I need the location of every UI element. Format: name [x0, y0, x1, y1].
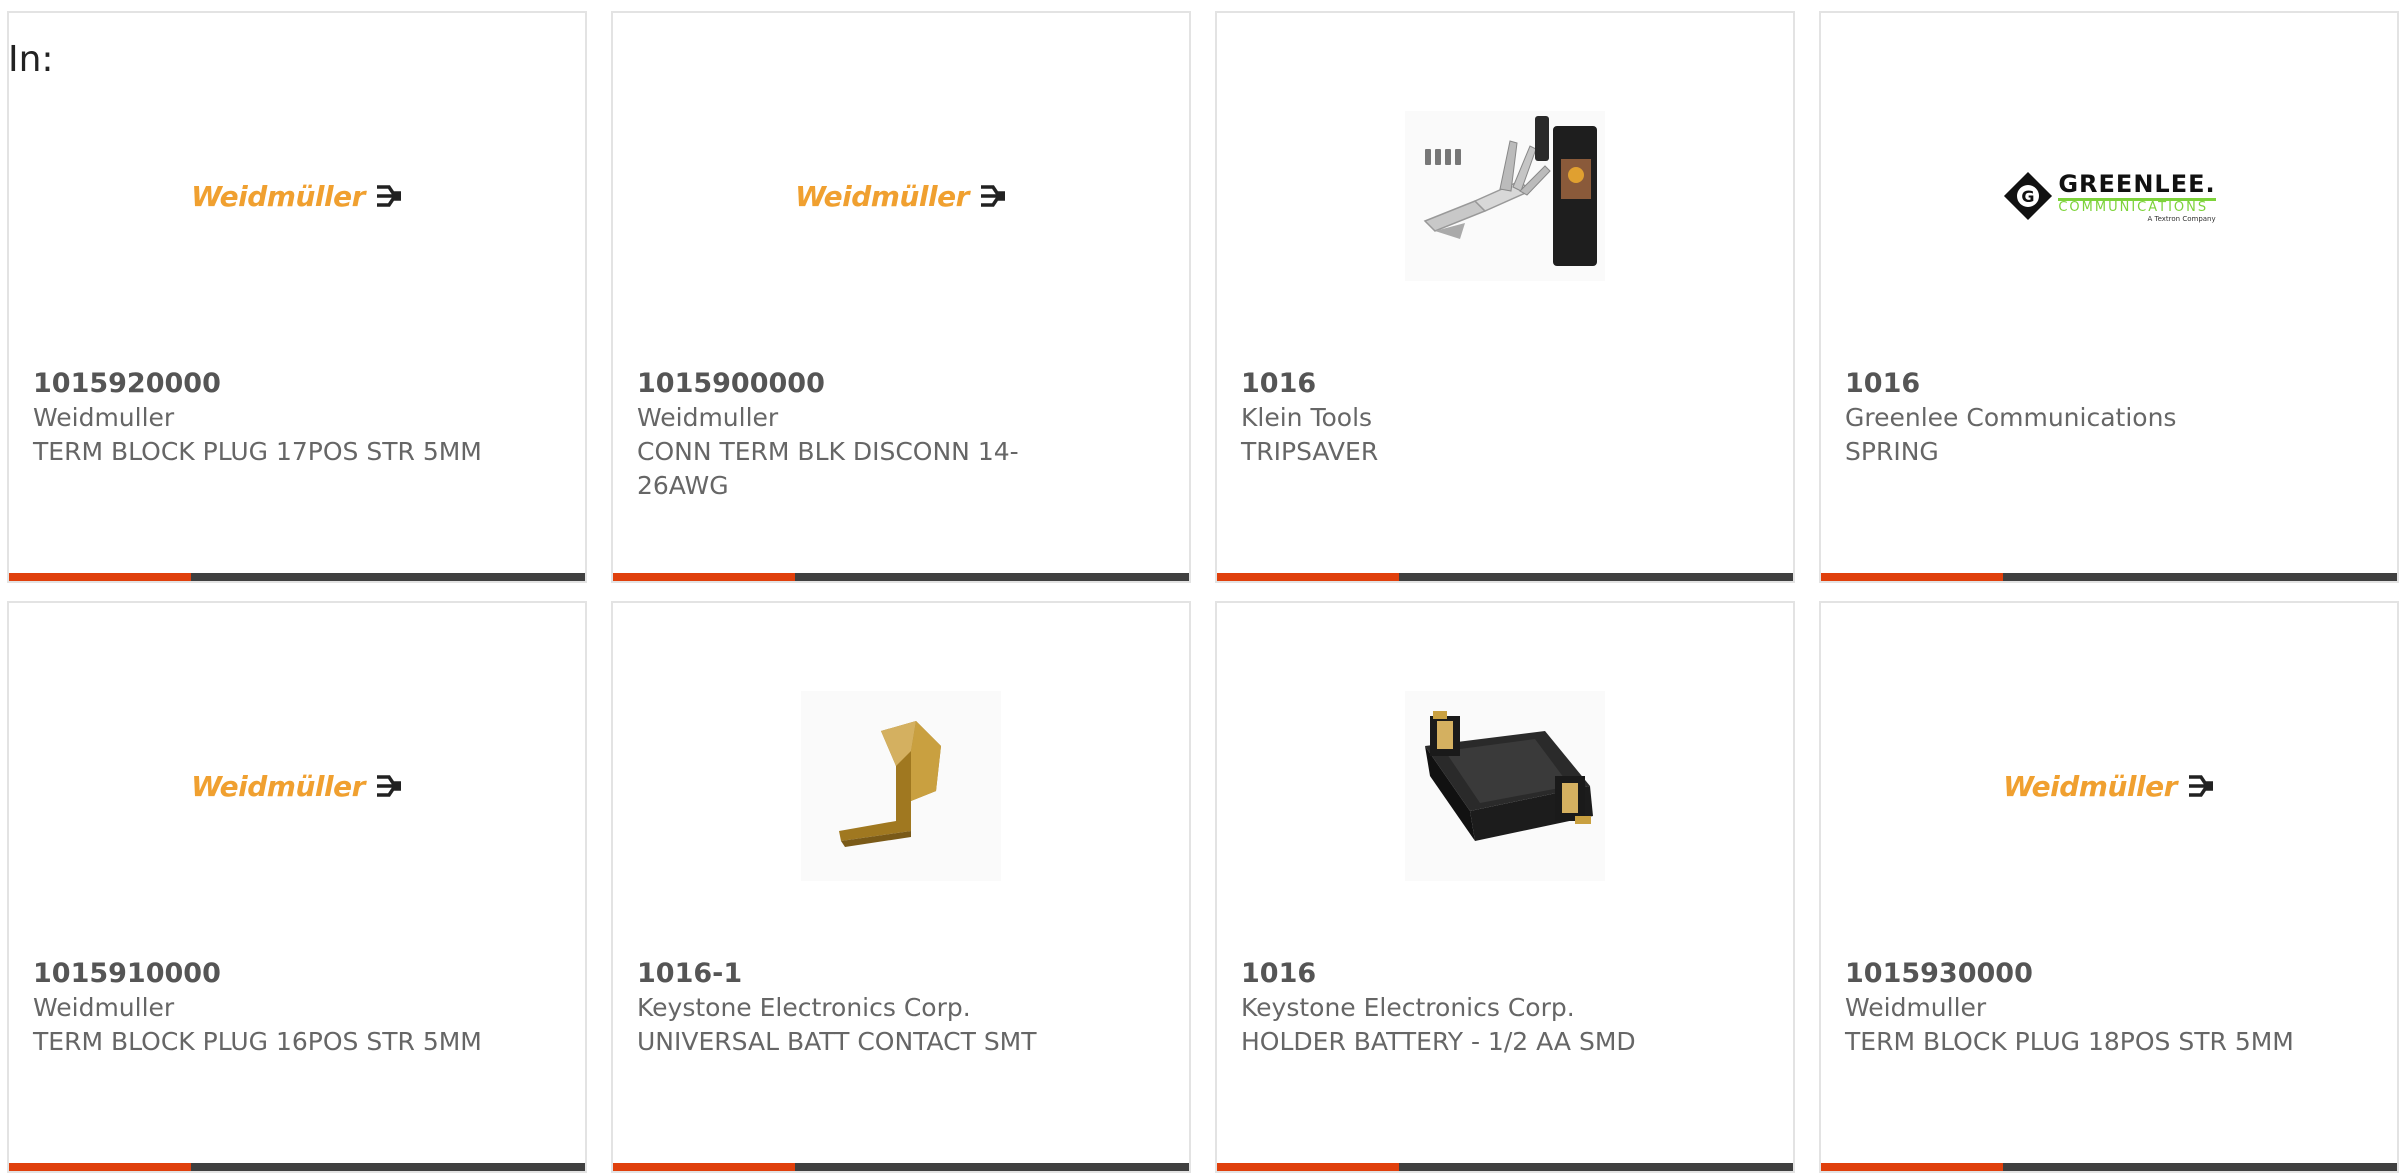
part-number[interactable]: 1016-1	[637, 957, 742, 991]
manufacturer: Greenlee Communications	[1845, 403, 2177, 432]
greenlee-logo: G GREENLEE. COMMUNICATIONS A Textron Com…	[2002, 169, 2216, 223]
description: CONN TERM BLK DISCONN 14-26AWG	[637, 437, 1019, 500]
description: TERM BLOCK PLUG 16POS STR 5MM	[33, 1027, 482, 1056]
greenlee-logo-text: GREENLEE.	[2058, 169, 2216, 198]
logo-text: Weidmüller	[191, 769, 365, 803]
description: TERM BLOCK PLUG 17POS STR 5MM	[33, 437, 482, 466]
part-number[interactable]: 1015900000	[637, 367, 825, 401]
manufacturer: Keystone Electronics Corp.	[637, 993, 971, 1022]
description: HOLDER BATTERY - 1/2 AA SMD	[1241, 1027, 1636, 1056]
svg-text:G: G	[2022, 187, 2035, 206]
manufacturer: Keystone Electronics Corp.	[1241, 993, 1575, 1022]
weidmuller-mark-icon	[376, 775, 401, 797]
part-number[interactable]: 1015920000	[33, 367, 221, 401]
part-number[interactable]: 1016	[1241, 957, 1316, 991]
weidmuller-mark-icon	[980, 185, 1005, 207]
product-card[interactable]: G GREENLEE. COMMUNICATIONS A Textron Com…	[1819, 11, 2399, 583]
description: TRIPSAVER	[1241, 437, 1379, 466]
part-number[interactable]: 1015930000	[1845, 957, 2033, 991]
manufacturer: Weidmuller	[637, 403, 779, 432]
product-image[interactable]: Weidmüller	[9, 81, 585, 311]
bar-accent	[1821, 1163, 2003, 1171]
description: SPRING	[1845, 437, 1939, 466]
product-card[interactable]: Weidmüller 1015910000 Weidmuller TERM BL…	[7, 601, 587, 1173]
bar-accent	[613, 573, 795, 581]
bar-accent	[613, 1163, 795, 1171]
product-card[interactable]: Weidmüller 1015930000 Weidmuller TERM BL…	[1819, 601, 2399, 1173]
product-grid: Weidmüller 1015920000 Weidmuller TERM BL…	[0, 0, 2400, 1173]
manufacturer: Klein Tools	[1241, 403, 1373, 432]
manufacturer: Weidmuller	[1845, 993, 1987, 1022]
manufacturer: Weidmuller	[33, 993, 175, 1022]
product-card[interactable]: 1016 Keystone Electronics Corp. HOLDER B…	[1215, 601, 1795, 1173]
part-number[interactable]: 1016	[1241, 367, 1316, 401]
card-bottom-bar	[1821, 1163, 2397, 1171]
description: TERM BLOCK PLUG 18POS STR 5MM	[1845, 1027, 2294, 1056]
product-image[interactable]: Weidmüller	[9, 671, 585, 901]
bar-accent	[1821, 573, 2003, 581]
product-image[interactable]	[1217, 671, 1793, 901]
card-bottom-bar	[1217, 1163, 1793, 1171]
card-bottom-bar	[1821, 573, 2397, 581]
battery-contact-photo	[801, 691, 1001, 881]
bar-accent	[1217, 573, 1399, 581]
filter-label: In:	[8, 39, 54, 80]
greenlee-logo-tagline: A Textron Company	[2147, 214, 2216, 223]
product-card[interactable]: Weidmüller 1015900000 Weidmuller CONN TE…	[611, 11, 1191, 583]
weidmuller-logo: Weidmüller	[2003, 770, 2215, 803]
product-image[interactable]: Weidmüller	[613, 81, 1189, 311]
weidmuller-mark-icon	[2188, 775, 2213, 797]
weidmuller-mark-icon	[376, 185, 401, 207]
product-image[interactable]	[613, 671, 1189, 901]
product-image[interactable]: Weidmüller	[1821, 671, 2397, 901]
card-bottom-bar	[9, 573, 585, 581]
weidmuller-logo: Weidmüller	[191, 770, 403, 803]
part-number[interactable]: 1015910000	[33, 957, 221, 991]
bar-accent	[9, 1163, 191, 1171]
card-bottom-bar	[1217, 573, 1793, 581]
card-bottom-bar	[613, 573, 1189, 581]
product-card[interactable]: Weidmüller 1015920000 Weidmuller TERM BL…	[7, 11, 587, 583]
greenlee-logo-subtext: COMMUNICATIONS	[2058, 197, 2216, 215]
product-image[interactable]: G GREENLEE. COMMUNICATIONS A Textron Com…	[1821, 81, 2397, 311]
card-bottom-bar	[9, 1163, 585, 1171]
weidmuller-logo: Weidmüller	[191, 180, 403, 213]
bar-accent	[9, 573, 191, 581]
multitool-photo	[1405, 111, 1605, 281]
logo-text: Weidmüller	[2003, 769, 2177, 803]
part-number[interactable]: 1016	[1845, 367, 1920, 401]
product-image[interactable]	[1217, 81, 1793, 311]
card-bottom-bar	[613, 1163, 1189, 1171]
logo-text: Weidmüller	[191, 179, 365, 213]
logo-text: Weidmüller	[795, 179, 969, 213]
manufacturer: Weidmuller	[33, 403, 175, 432]
product-card[interactable]: 1016-1 Keystone Electronics Corp. UNIVER…	[611, 601, 1191, 1173]
product-card[interactable]: 1016 Klein Tools TRIPSAVER	[1215, 11, 1795, 583]
battery-holder-photo	[1405, 691, 1605, 881]
bar-accent	[1217, 1163, 1399, 1171]
description: UNIVERSAL BATT CONTACT SMT	[637, 1027, 1037, 1056]
greenlee-diamond-icon: G	[2004, 171, 2053, 221]
weidmuller-logo: Weidmüller	[795, 180, 1007, 213]
